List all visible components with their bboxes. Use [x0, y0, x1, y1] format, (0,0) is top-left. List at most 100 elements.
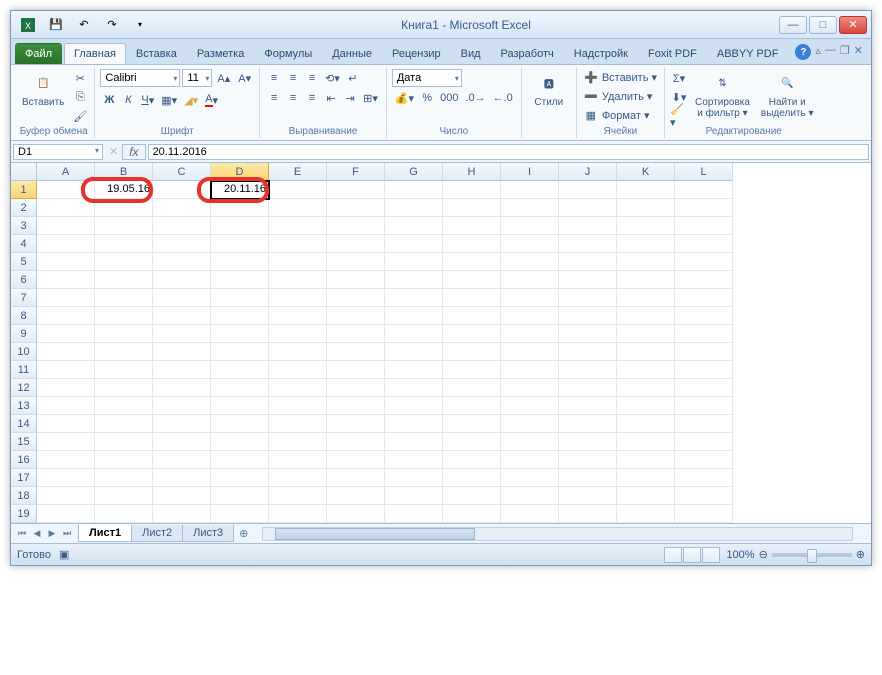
cell[interactable]	[211, 307, 269, 325]
cell[interactable]: 19.05.16	[95, 181, 153, 199]
cell[interactable]	[95, 415, 153, 433]
cell[interactable]	[269, 289, 327, 307]
cell[interactable]	[327, 379, 385, 397]
merge-button[interactable]: ⊞▾	[360, 89, 381, 107]
cell[interactable]	[501, 199, 559, 217]
tab-addins[interactable]: Надстройк	[564, 43, 638, 64]
cell[interactable]	[675, 271, 733, 289]
cell[interactable]	[443, 235, 501, 253]
sheet-tab[interactable]: Лист1	[78, 525, 132, 542]
cell[interactable]	[501, 397, 559, 415]
cell[interactable]	[211, 397, 269, 415]
doc-restore-icon[interactable]: ❐	[840, 44, 850, 60]
cell[interactable]	[675, 217, 733, 235]
cell[interactable]	[95, 235, 153, 253]
column-header[interactable]: L	[675, 163, 733, 181]
cell[interactable]	[443, 361, 501, 379]
cell[interactable]	[385, 271, 443, 289]
cell[interactable]	[95, 199, 153, 217]
cell[interactable]	[617, 505, 675, 523]
sheet-next-icon[interactable]: ▶	[45, 528, 59, 539]
cell[interactable]	[617, 235, 675, 253]
row-header[interactable]: 14	[11, 415, 37, 433]
cell[interactable]	[559, 325, 617, 343]
decrease-font-icon[interactable]: A▾	[235, 69, 254, 87]
indent-decrease-icon[interactable]: ⇤	[322, 89, 340, 107]
ribbon-minimize-icon[interactable]: ▵	[815, 44, 821, 60]
border-button[interactable]: ▦▾	[158, 91, 180, 109]
cell[interactable]	[269, 433, 327, 451]
tab-insert[interactable]: Вставка	[126, 43, 187, 64]
cell[interactable]	[443, 433, 501, 451]
align-middle-icon[interactable]: ≡	[284, 69, 302, 87]
cell[interactable]	[559, 433, 617, 451]
column-header[interactable]: D	[211, 163, 269, 181]
cell[interactable]	[37, 505, 95, 523]
align-top-icon[interactable]: ≡	[265, 69, 283, 87]
row-header[interactable]: 2	[11, 199, 37, 217]
sheet-prev-icon[interactable]: ◀	[30, 528, 44, 539]
cell[interactable]	[269, 379, 327, 397]
cell[interactable]	[501, 325, 559, 343]
cell[interactable]	[37, 487, 95, 505]
cell[interactable]	[153, 343, 211, 361]
cell[interactable]	[269, 487, 327, 505]
page-break-view-button[interactable]	[702, 547, 720, 563]
cell[interactable]	[443, 505, 501, 523]
cell[interactable]	[385, 325, 443, 343]
zoom-in-button[interactable]: ⊕	[856, 548, 865, 561]
styles-button[interactable]: 🅰 Стили	[527, 69, 571, 110]
cell[interactable]	[501, 379, 559, 397]
wrap-text-icon[interactable]: ↵	[344, 69, 362, 87]
cell[interactable]	[559, 235, 617, 253]
cell[interactable]	[153, 487, 211, 505]
cell[interactable]	[269, 307, 327, 325]
cell[interactable]	[559, 253, 617, 271]
cell[interactable]	[501, 289, 559, 307]
tab-layout[interactable]: Разметка	[187, 43, 255, 64]
cell[interactable]	[617, 343, 675, 361]
cell[interactable]	[501, 361, 559, 379]
row-header[interactable]: 7	[11, 289, 37, 307]
column-header[interactable]: I	[501, 163, 559, 181]
cell[interactable]	[501, 253, 559, 271]
cell[interactable]	[675, 307, 733, 325]
cell[interactable]	[327, 307, 385, 325]
cell[interactable]	[443, 415, 501, 433]
align-right-icon[interactable]: ≡	[303, 89, 321, 107]
cell[interactable]	[211, 235, 269, 253]
row-header[interactable]: 11	[11, 361, 37, 379]
cell[interactable]	[153, 253, 211, 271]
cell[interactable]	[37, 343, 95, 361]
cell[interactable]	[385, 487, 443, 505]
cell[interactable]	[617, 451, 675, 469]
cell[interactable]	[559, 271, 617, 289]
cell[interactable]	[37, 289, 95, 307]
align-left-icon[interactable]: ≡	[265, 89, 283, 107]
percent-icon[interactable]: %	[418, 89, 436, 107]
cell[interactable]	[559, 289, 617, 307]
cell[interactable]	[501, 469, 559, 487]
currency-icon[interactable]: 💰▾	[392, 89, 417, 107]
cell[interactable]	[211, 325, 269, 343]
row-header[interactable]: 8	[11, 307, 37, 325]
cell[interactable]	[559, 217, 617, 235]
cell[interactable]	[501, 415, 559, 433]
help-icon[interactable]: ?	[795, 44, 811, 60]
column-header[interactable]: E	[269, 163, 327, 181]
column-header[interactable]: F	[327, 163, 385, 181]
cell[interactable]	[501, 307, 559, 325]
cell[interactable]	[211, 253, 269, 271]
row-header[interactable]: 16	[11, 451, 37, 469]
save-icon[interactable]: 💾	[47, 16, 65, 34]
tab-view[interactable]: Вид	[451, 43, 491, 64]
cell[interactable]	[617, 397, 675, 415]
cell[interactable]	[211, 289, 269, 307]
tab-home[interactable]: Главная	[64, 43, 126, 64]
copy-icon[interactable]: ⎘	[71, 88, 89, 106]
sheet-tab[interactable]: Лист3	[182, 525, 234, 542]
cell[interactable]	[385, 181, 443, 199]
cell[interactable]	[675, 397, 733, 415]
cell[interactable]	[675, 361, 733, 379]
column-header[interactable]: A	[37, 163, 95, 181]
